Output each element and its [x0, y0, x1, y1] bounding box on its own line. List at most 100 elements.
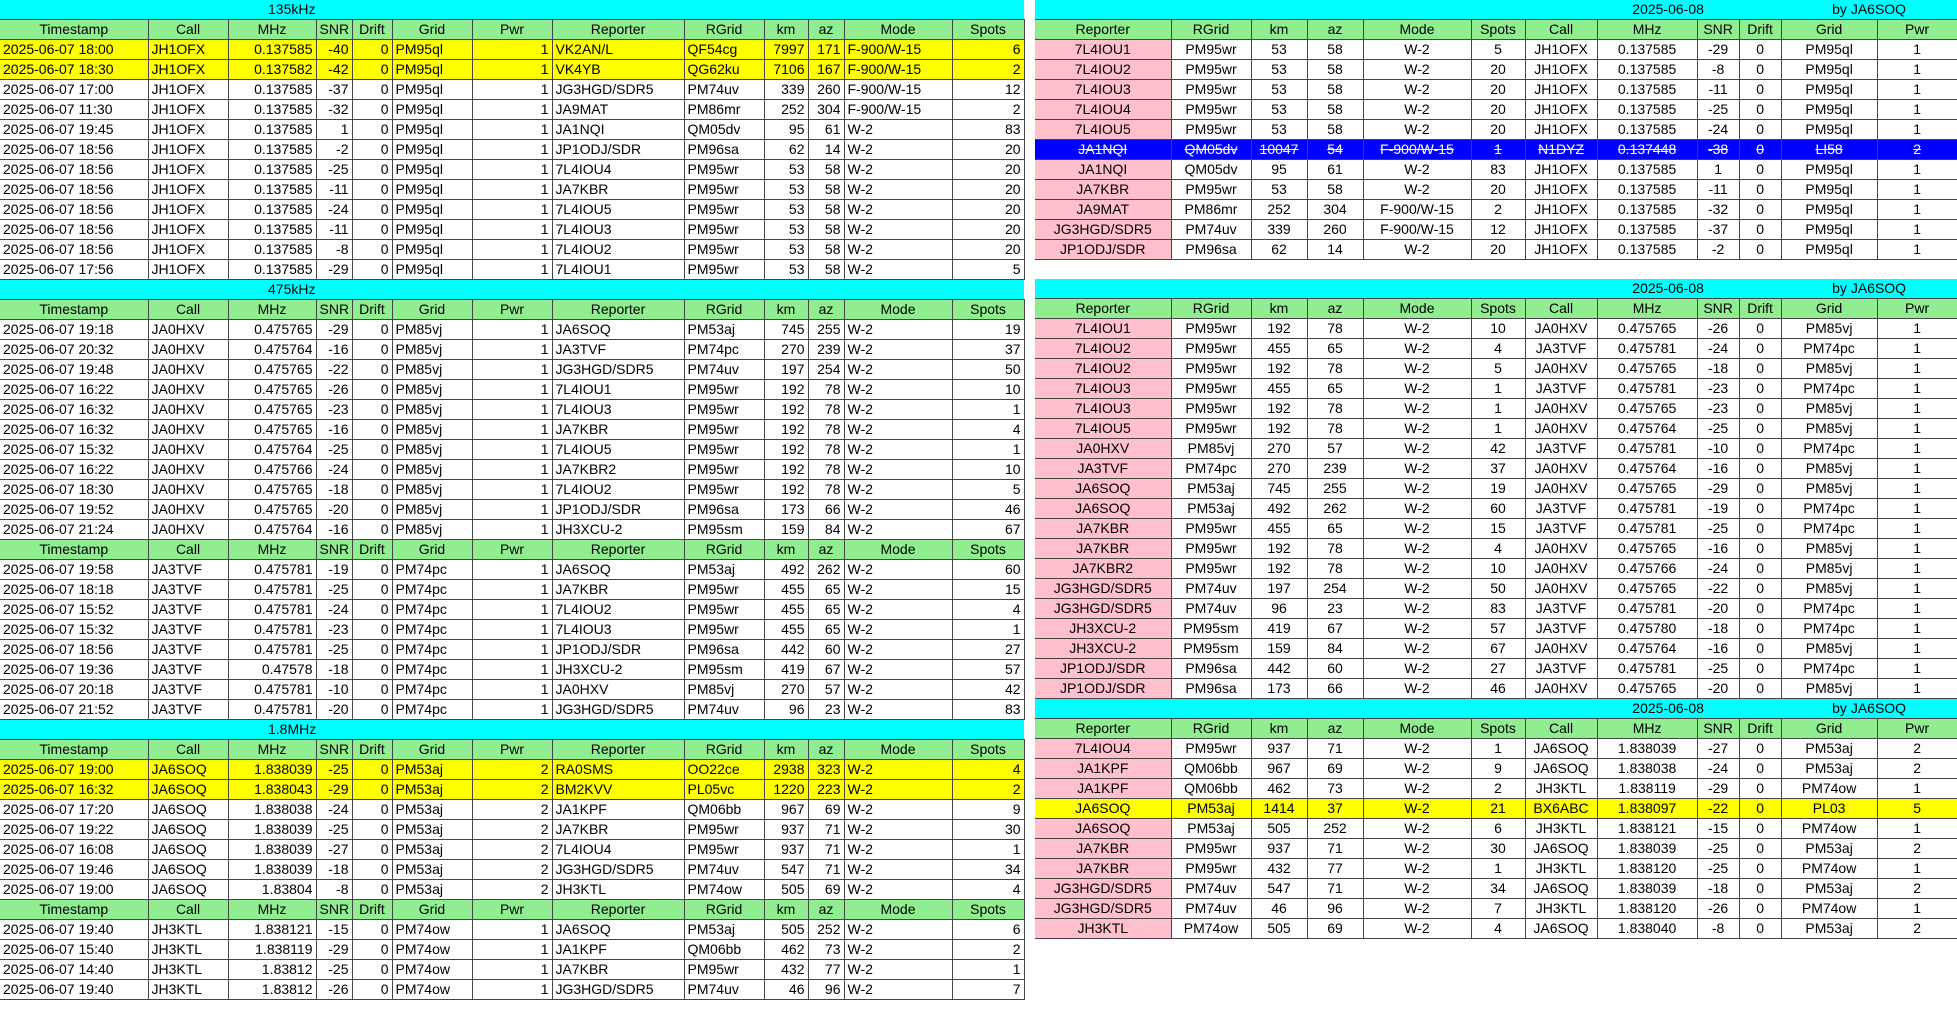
cell-reporter: VK4YB — [552, 59, 685, 80]
cell-pwr: 1 — [1877, 818, 1957, 839]
cell-reporter: JA7KBR — [1035, 538, 1172, 559]
spacer-row — [1035, 260, 1957, 279]
cell-reporter: JP1ODJ/SDR — [1035, 239, 1172, 260]
cell-mhz: 0.47578 — [228, 659, 317, 680]
cell-grid: PM85vj — [1781, 358, 1878, 379]
cell-km: 419 — [764, 659, 809, 680]
cell-call: JH1OFX — [148, 179, 229, 200]
cell-grid: PM85vj — [392, 519, 473, 540]
reporter-row: JH3XCU-2 PM95sm 419 67 W-2 57 JA3TVF 0.475780 -1… — [1035, 618, 1957, 639]
cell-drift: 0 — [1739, 378, 1782, 399]
cell-reporter: 7L4IOU1 — [1035, 39, 1172, 60]
cell-pwr: 1 — [1877, 578, 1957, 599]
cell-reporter: JA7KBR — [1035, 838, 1172, 859]
cell-spots: 9 — [1471, 758, 1526, 779]
cell-snr: 1 — [316, 119, 353, 140]
cell-reporter: JA3TVF — [1035, 458, 1172, 479]
cell-mode: W-2 — [844, 159, 953, 180]
column-header-row: Reporter RGrid km az Mode Spots Call MHz SNR Drif… — [1035, 718, 1957, 739]
cell-drift: 0 — [352, 259, 393, 280]
cell-grid: PM74pc — [392, 579, 473, 600]
column-header-km: km — [764, 539, 809, 560]
cell-spots: 30 — [1471, 838, 1526, 859]
date-bar: 2025-06-08 by JA6SOQ — [1035, 0, 1957, 20]
cell-az: 58 — [1307, 79, 1364, 100]
column-header-rgrid: RGrid — [1171, 718, 1252, 739]
cell-call: JA6SOQ — [148, 859, 229, 880]
cell-call: JH1OFX — [148, 139, 229, 160]
cell-mode: W-2 — [844, 919, 953, 940]
cell-reporter: 7L4IOU1 — [552, 259, 685, 280]
cell-pwr: 1 — [1877, 418, 1957, 439]
cell-mhz: 0.475766 — [1597, 558, 1698, 579]
reporter-row: JA6SOQ PM53aj 505 252 W-2 6 JH3KTL 1.838121 -15 0… — [1035, 818, 1957, 839]
cell-mode: W-2 — [844, 259, 953, 280]
cell-rgrid: PM74uv — [1171, 878, 1252, 899]
cell-spots: 34 — [1471, 878, 1526, 899]
cell-spots: 42 — [1471, 438, 1526, 459]
reporter-row: JG3HGD/SDR5 PM74uv 339 260 F-900/W-15 12 JH1OF… — [1035, 219, 1957, 240]
column-header-drift: Drift — [352, 299, 393, 320]
date-bar-spacer — [1739, 0, 1782, 20]
cell-grid: PM85vj — [392, 359, 473, 380]
cell-mhz: 1.838038 — [1597, 758, 1698, 779]
cell-snr: -22 — [1697, 798, 1740, 819]
cell-snr: -2 — [1697, 239, 1740, 260]
cell-km: 159 — [764, 519, 809, 540]
band-label: 135kHz — [228, 0, 1025, 20]
cell-pwr: 1 — [472, 599, 553, 620]
spot-row: 2025-06-07 18:30 JA0HXV 0.475765 -18 0 PM85vj… — [0, 479, 1025, 500]
cell-mode: W-2 — [844, 239, 953, 260]
cell-reporter: JA7KBR — [552, 419, 685, 440]
cell-call: JA3TVF — [1525, 658, 1598, 679]
cell-grid: PM85vj — [1781, 578, 1878, 599]
cell-pwr: 1 — [1877, 179, 1957, 200]
cell-pwr: 1 — [1877, 458, 1957, 479]
column-header-rgrid: RGrid — [684, 299, 765, 320]
cell-rgrid: OO22ce — [684, 759, 765, 780]
cell-az: 73 — [808, 939, 845, 960]
cell-mode: W-2 — [1363, 478, 1472, 499]
cell-az: 71 — [1307, 838, 1364, 859]
cell-mhz: 1.838043 — [228, 779, 317, 800]
cell-reporter: JG3HGD/SDR5 — [552, 699, 685, 720]
column-header-mode: Mode — [844, 539, 953, 560]
cell-mhz: 0.475765 — [228, 359, 317, 380]
cell-reporter: JA1KPF — [1035, 758, 1172, 779]
cell-rgrid: PM74pc — [1171, 458, 1252, 479]
cell-pwr: 2 — [1877, 838, 1957, 859]
cell-timestamp: 2025-06-07 18:56 — [0, 139, 149, 160]
cell-pwr: 1 — [472, 499, 553, 520]
column-header-az: az — [808, 539, 845, 560]
cell-km: 62 — [764, 139, 809, 160]
column-header-rgrid: RGrid — [1171, 298, 1252, 319]
cell-grid: PM85vj — [392, 399, 473, 420]
cell-snr: -11 — [316, 219, 353, 240]
cell-call: JA0HXV — [1525, 478, 1598, 499]
cell-spots: 1 — [1471, 398, 1526, 419]
cell-spots: 2 — [952, 99, 1025, 120]
cell-km: 53 — [1251, 79, 1308, 100]
reporter-row: JA6SOQ PM53aj 1414 37 W-2 21 BX6ABC 1.838097 -22… — [1035, 798, 1957, 819]
cell-timestamp: 2025-06-07 19:00 — [0, 759, 149, 780]
cell-km: 462 — [764, 939, 809, 960]
column-header-km: km — [764, 739, 809, 760]
cell-rgrid: PM95wr — [684, 959, 765, 980]
cell-mode: W-2 — [844, 419, 953, 440]
column-header-call: Call — [1525, 298, 1598, 319]
cell-mode: W-2 — [844, 839, 953, 860]
cell-az: 260 — [1307, 219, 1364, 240]
cell-grid: PM74pc — [1781, 378, 1878, 399]
cell-drift: 0 — [352, 659, 393, 680]
cell-drift: 0 — [1739, 418, 1782, 439]
cell-rgrid: PM96sa — [1171, 678, 1252, 699]
cell-mode: F-900/W-15 — [844, 59, 953, 80]
cell-km: 270 — [764, 679, 809, 700]
cell-km: 192 — [1251, 418, 1308, 439]
cell-timestamp: 2025-06-07 14:40 — [0, 959, 149, 980]
cell-call: JA6SOQ — [148, 759, 229, 780]
reporter-row: JA7KBR PM95wr 937 71 W-2 30 JA6SOQ 1.838039 -25 0… — [1035, 838, 1957, 859]
cell-mode: W-2 — [1363, 498, 1472, 519]
cell-pwr: 1 — [472, 559, 553, 580]
cell-reporter: 7L4IOU3 — [1035, 398, 1172, 419]
